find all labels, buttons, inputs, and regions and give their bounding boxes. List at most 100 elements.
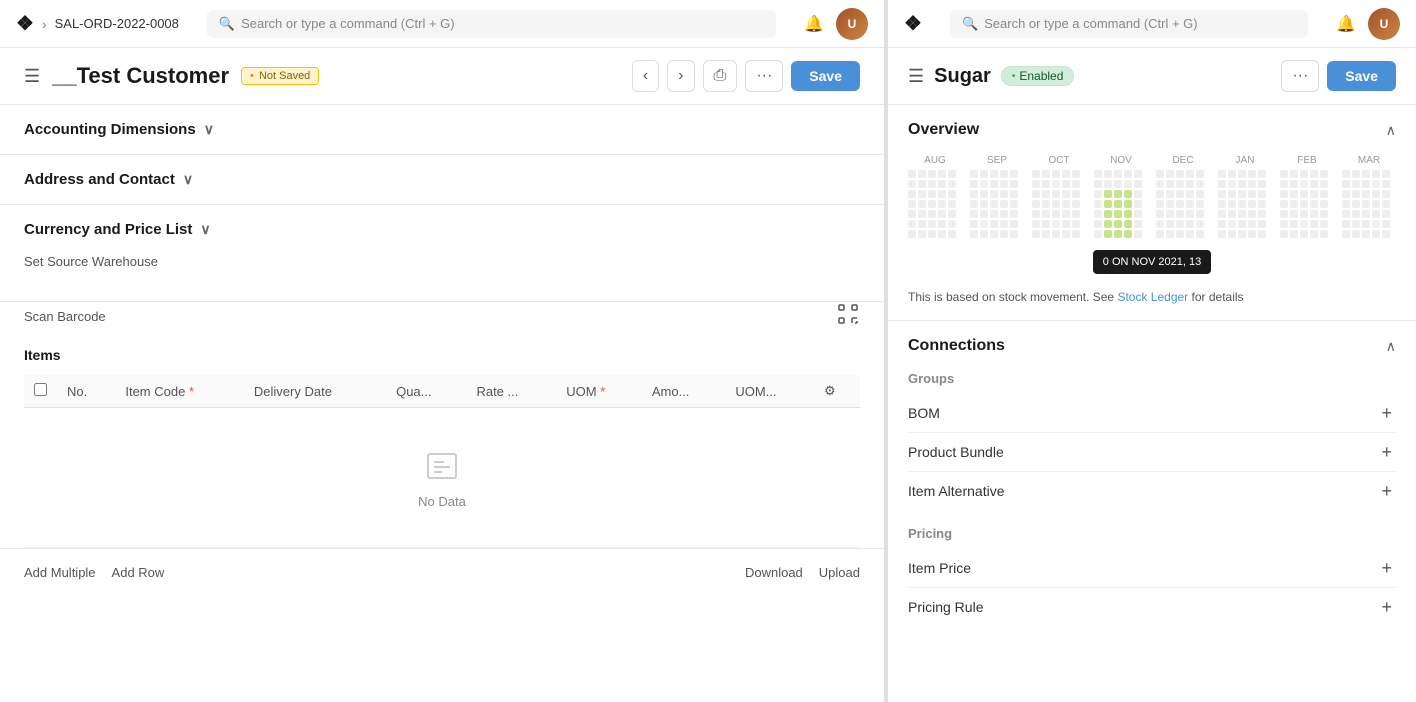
table-header-row: No. Item Code * Delivery Date Qua... Rat… [24, 375, 860, 408]
right-status-label: Enabled [1019, 69, 1063, 83]
breadcrumb: SAL-ORD-2022-0008 [55, 16, 179, 31]
right-doc-header: ☰ Sugar • Enabled ··· Save [888, 48, 1416, 105]
items-label: Items [24, 347, 860, 363]
th-settings: ⚙ [814, 375, 860, 408]
product-bundle-add-button[interactable]: + [1377, 441, 1396, 463]
right-avatar[interactable]: U [1368, 8, 1400, 40]
left-search-bar[interactable]: 🔍 Search or type a command (Ctrl + G) [207, 10, 776, 38]
breadcrumb-chevron: › [42, 16, 47, 32]
th-uom: UOM * [556, 375, 642, 408]
currency-label: Currency and Price List [24, 221, 192, 238]
right-sidebar-toggle-icon[interactable]: ☰ [908, 66, 924, 87]
right-search-bar[interactable]: 🔍 Search or type a command (Ctrl + G) [950, 10, 1308, 38]
right-bell-icon[interactable]: 🔔 [1336, 14, 1356, 34]
pricing-rule-label: Pricing Rule [908, 599, 983, 615]
right-header-actions: ··· Save [1281, 60, 1396, 92]
right-nav-right: 🔔 U [1336, 8, 1400, 40]
bell-icon[interactable]: 🔔 [804, 14, 824, 34]
overview-section: Overview ∧ AUG SEP OCT NOV DEC JAN [888, 105, 1416, 321]
groups-label: Groups [908, 371, 1396, 386]
left-top-nav: ❖ › SAL-ORD-2022-0008 🔍 Search or type a… [0, 0, 884, 48]
left-panel: ❖ › SAL-ORD-2022-0008 🔍 Search or type a… [0, 0, 885, 702]
overview-title: Overview [908, 121, 979, 139]
left-doc-header: ☰ __Test Customer • Not Saved ‹ › ⎙ ··· … [0, 48, 884, 105]
connections-title: Connections [908, 337, 1005, 355]
accounting-dimensions-section: Accounting Dimensions ∨ [0, 105, 884, 155]
product-bundle-item: Product Bundle + [908, 433, 1396, 472]
save-button[interactable]: Save [791, 61, 860, 91]
address-chevron-icon: ∨ [183, 171, 193, 188]
logo-icon: ❖ [16, 11, 34, 36]
source-warehouse-label: Set Source Warehouse [24, 254, 860, 269]
status-dot: • [250, 70, 254, 82]
table-actions-right: Download Upload [745, 561, 860, 584]
item-price-label: Item Price [908, 560, 971, 576]
pricing-rule-item: Pricing Rule + [908, 588, 1396, 626]
barcode-field: Scan Barcode [0, 302, 884, 347]
month-feb: FEB [1280, 155, 1334, 166]
add-row-button[interactable]: Add Row [112, 561, 165, 584]
currency-chevron-icon: ∨ [200, 221, 210, 238]
no-data-icon [422, 446, 462, 486]
right-content: Overview ∧ AUG SEP OCT NOV DEC JAN [888, 105, 1416, 702]
item-alternative-add-button[interactable]: + [1377, 480, 1396, 502]
pricing-label: Pricing [908, 526, 1396, 541]
right-panel: ❖ 🔍 Search or type a command (Ctrl + G) … [885, 0, 1416, 702]
document-title: __Test Customer [52, 63, 229, 89]
right-status-dot: • [1012, 71, 1016, 82]
th-no: No. [57, 375, 115, 408]
right-search-icon: 🔍 [962, 16, 978, 32]
add-multiple-button[interactable]: Add Multiple [24, 561, 96, 584]
connections-chevron-icon[interactable]: ∧ [1386, 338, 1396, 355]
more-options-button[interactable]: ··· [745, 60, 783, 92]
th-item-code: Item Code * [115, 375, 244, 408]
search-placeholder: Search or type a command (Ctrl + G) [241, 16, 455, 31]
th-amount: Amo... [642, 375, 726, 408]
bom-item: BOM + [908, 394, 1396, 433]
stock-note: This is based on stock movement. See Sto… [908, 290, 1396, 304]
address-contact-label: Address and Contact [24, 171, 175, 188]
right-more-button[interactable]: ··· [1281, 60, 1319, 92]
product-bundle-label: Product Bundle [908, 444, 1004, 460]
month-aug: AUG [908, 155, 962, 166]
print-button[interactable]: ⎙ [703, 60, 738, 92]
table-actions: Add Multiple Add Row Download Upload [0, 548, 884, 596]
items-section: Items No. Item Code * Delivery Date Qua.… [0, 347, 884, 548]
back-button[interactable]: ‹ [632, 60, 659, 92]
connections-section: Connections ∧ Groups BOM + Product Bundl… [888, 321, 1416, 658]
avatar[interactable]: U [836, 8, 868, 40]
th-checkbox [24, 375, 57, 408]
items-table: No. Item Code * Delivery Date Qua... Rat… [24, 375, 860, 548]
no-data-row: No Data [24, 408, 860, 548]
overview-header: Overview ∧ [908, 121, 1396, 139]
address-contact-section: Address and Contact ∨ [0, 155, 884, 205]
address-contact-header[interactable]: Address and Contact ∨ [0, 155, 884, 204]
forward-button[interactable]: › [667, 60, 694, 92]
currency-section: Currency and Price List ∨ Set Source War… [0, 205, 884, 302]
select-all-checkbox[interactable] [34, 383, 47, 396]
sidebar-toggle-icon[interactable]: ☰ [24, 66, 40, 87]
overview-chevron-icon[interactable]: ∧ [1386, 122, 1396, 139]
upload-button[interactable]: Upload [819, 561, 860, 584]
settings-icon[interactable]: ⚙ [824, 383, 836, 398]
accounting-dimensions-header[interactable]: Accounting Dimensions ∨ [0, 105, 884, 154]
accounting-dimensions-label: Accounting Dimensions [24, 121, 196, 138]
left-nav-right: 🔔 U [804, 8, 868, 40]
download-button[interactable]: Download [745, 561, 803, 584]
left-doc-content: Accounting Dimensions ∨ Address and Cont… [0, 105, 884, 702]
currency-header[interactable]: Currency and Price List ∨ [0, 205, 884, 254]
month-mar: MAR [1342, 155, 1396, 166]
th-rate: Rate ... [466, 375, 556, 408]
right-search-placeholder: Search or type a command (Ctrl + G) [984, 16, 1198, 31]
stock-ledger-link[interactable]: Stock Ledger [1117, 290, 1188, 304]
right-top-nav: ❖ 🔍 Search or type a command (Ctrl + G) … [888, 0, 1416, 48]
item-price-add-button[interactable]: + [1377, 557, 1396, 579]
status-badge: • Not Saved [241, 67, 319, 85]
right-save-button[interactable]: Save [1327, 61, 1396, 91]
bom-label: BOM [908, 405, 940, 421]
bom-add-button[interactable]: + [1377, 402, 1396, 424]
heatmap-container: AUG SEP OCT NOV DEC JAN FEB MAR [908, 155, 1396, 278]
barcode-label: Scan Barcode [24, 309, 106, 324]
barcode-scan-icon [836, 302, 860, 331]
pricing-rule-add-button[interactable]: + [1377, 596, 1396, 618]
